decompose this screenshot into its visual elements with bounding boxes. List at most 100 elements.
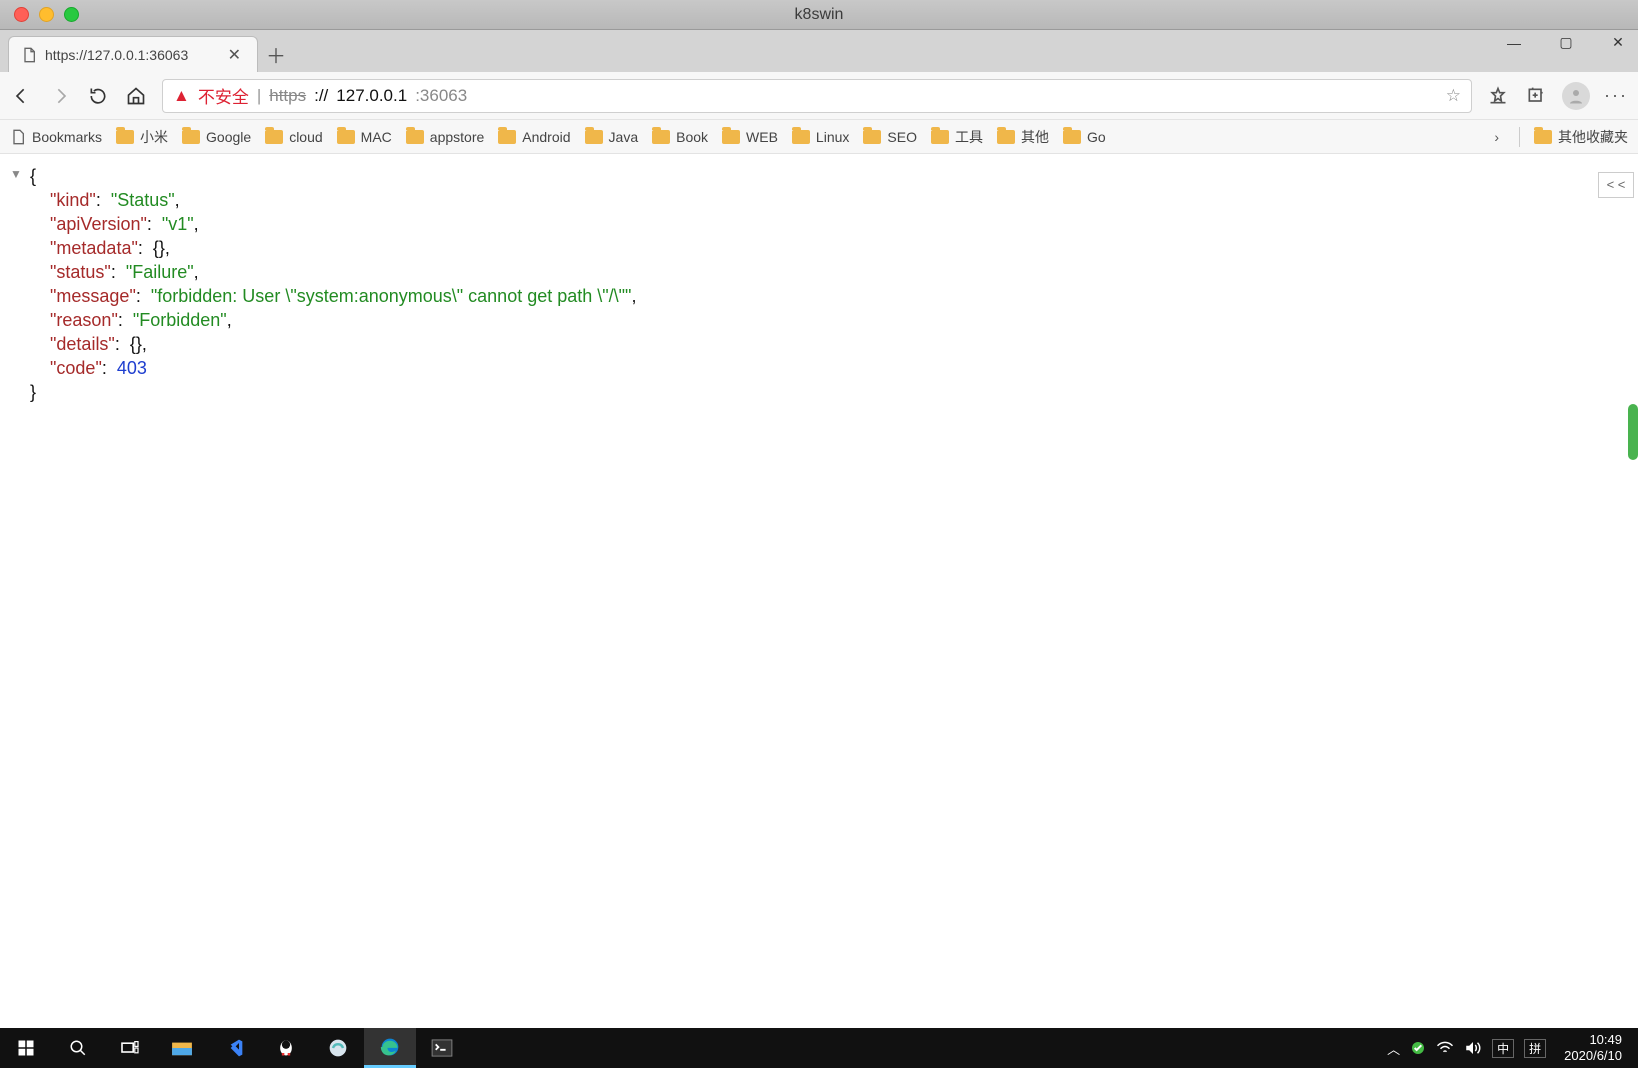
inner-window-controls: — ▢ ✕ bbox=[1500, 34, 1632, 51]
clock-time: 10:49 bbox=[1564, 1032, 1622, 1048]
edge-button[interactable] bbox=[364, 1028, 416, 1068]
bookmarks-overflow-chevron-icon[interactable]: › bbox=[1488, 129, 1505, 145]
search-button[interactable] bbox=[52, 1028, 104, 1068]
collapse-triangle-icon[interactable]: ▼ bbox=[10, 162, 22, 186]
json-key: "status" bbox=[50, 262, 111, 282]
address-bar[interactable]: ▲ 不安全 | https://127.0.0.1:36063 ☆ bbox=[162, 79, 1472, 113]
bookmark-folder[interactable]: Google bbox=[182, 129, 251, 145]
folder-icon bbox=[406, 130, 424, 144]
folder-icon bbox=[116, 130, 134, 144]
json-body: { "kind": "Status", "apiVersion": "v1", … bbox=[0, 154, 1638, 414]
json-key: "kind" bbox=[50, 190, 96, 210]
tray-wifi-icon[interactable] bbox=[1436, 1041, 1454, 1055]
folder-icon bbox=[997, 130, 1015, 144]
address-separator: | bbox=[257, 86, 261, 106]
start-button[interactable] bbox=[0, 1028, 52, 1068]
terminal-button[interactable] bbox=[416, 1028, 468, 1068]
folder-icon bbox=[182, 130, 200, 144]
bookmark-label: 工具 bbox=[955, 127, 983, 147]
browser-toolbar: ▲ 不安全 | https://127.0.0.1:36063 ☆ ··· bbox=[0, 72, 1638, 120]
bookmark-folder[interactable]: MAC bbox=[337, 129, 392, 145]
bookmark-folder[interactable]: Android bbox=[498, 129, 570, 145]
bookmark-label: 小米 bbox=[140, 127, 168, 147]
json-value: "Status" bbox=[111, 190, 175, 210]
bookmark-folder[interactable]: Linux bbox=[792, 129, 849, 145]
folder-icon bbox=[931, 130, 949, 144]
bookmark-label: Google bbox=[206, 129, 251, 145]
bookmark-folder[interactable]: appstore bbox=[406, 129, 484, 145]
favorites-button[interactable] bbox=[1486, 84, 1510, 108]
scrollbar-thumb[interactable] bbox=[1628, 404, 1638, 460]
json-value: "Forbidden" bbox=[133, 310, 227, 330]
bookmark-label: WEB bbox=[746, 129, 778, 145]
inner-minimize-button[interactable]: — bbox=[1500, 35, 1528, 51]
bookmark-label: cloud bbox=[289, 129, 322, 145]
bookmark-folder[interactable]: SEO bbox=[863, 129, 917, 145]
bookmark-folder[interactable]: 其他 bbox=[997, 127, 1049, 147]
bookmark-label: MAC bbox=[361, 129, 392, 145]
bookmark-label: Book bbox=[676, 129, 708, 145]
tray-volume-icon[interactable] bbox=[1464, 1040, 1482, 1056]
bookmark-folder[interactable]: Book bbox=[652, 129, 708, 145]
favorite-icon[interactable]: ☆ bbox=[1446, 86, 1461, 106]
forward-button[interactable] bbox=[48, 84, 72, 108]
window-title: k8swin bbox=[0, 6, 1638, 24]
folder-icon bbox=[722, 130, 740, 144]
bookmark-label: 其他 bbox=[1021, 127, 1049, 147]
tray-chevron-icon[interactable]: ︿ bbox=[1387, 1039, 1400, 1058]
json-value: "Failure" bbox=[126, 262, 194, 282]
url-host: 127.0.0.1 bbox=[336, 86, 407, 106]
tab-strip: https://127.0.0.1:36063 ✕ ＋ — ▢ ✕ bbox=[0, 30, 1638, 72]
bookmark-label: Go bbox=[1087, 129, 1106, 145]
ime-mode[interactable]: 拼 bbox=[1524, 1039, 1546, 1058]
json-value: "v1" bbox=[162, 214, 194, 234]
inner-maximize-button[interactable]: ▢ bbox=[1552, 34, 1580, 51]
profile-button[interactable] bbox=[1562, 82, 1590, 110]
folder-icon bbox=[652, 130, 670, 144]
json-key: "details" bbox=[50, 334, 115, 354]
bookmark-folder[interactable]: Java bbox=[585, 129, 639, 145]
app-button[interactable] bbox=[312, 1028, 364, 1068]
folder-icon bbox=[498, 130, 516, 144]
ime-lang[interactable]: 中 bbox=[1492, 1039, 1514, 1058]
url-scheme: https bbox=[269, 86, 306, 106]
json-key: "apiVersion" bbox=[50, 214, 147, 234]
json-key: "metadata" bbox=[50, 238, 138, 258]
file-explorer-button[interactable] bbox=[156, 1028, 208, 1068]
json-value: 403 bbox=[117, 358, 147, 378]
menu-button[interactable]: ··· bbox=[1604, 84, 1628, 108]
bookmark-folder[interactable]: WEB bbox=[722, 129, 778, 145]
qq-button[interactable] bbox=[260, 1028, 312, 1068]
refresh-button[interactable] bbox=[86, 84, 110, 108]
bookmark-folder[interactable]: Go bbox=[1063, 129, 1106, 145]
warning-icon: ▲ bbox=[173, 86, 190, 106]
mac-titlebar: k8swin bbox=[0, 0, 1638, 30]
folder-icon bbox=[337, 130, 355, 144]
bookmark-folder[interactable]: 小米 bbox=[116, 127, 168, 147]
page-viewport[interactable]: ▼ { "kind": "Status", "apiVersion": "v1"… bbox=[0, 154, 1638, 1028]
collections-button[interactable] bbox=[1524, 84, 1548, 108]
json-value: "forbidden: User \"system:anonymous\" ca… bbox=[151, 286, 632, 306]
bookmark-folder[interactable]: 工具 bbox=[931, 127, 983, 147]
folder-icon bbox=[792, 130, 810, 144]
home-button[interactable] bbox=[124, 84, 148, 108]
tab-close-icon[interactable]: ✕ bbox=[224, 45, 245, 65]
bookmark-label: Linux bbox=[816, 129, 849, 145]
browser-tab[interactable]: https://127.0.0.1:36063 ✕ bbox=[8, 36, 258, 72]
clock[interactable]: 10:49 2020/6/10 bbox=[1556, 1032, 1630, 1064]
url-sep: :// bbox=[314, 86, 328, 106]
bookmark-folder[interactable]: cloud bbox=[265, 129, 322, 145]
folder-icon bbox=[585, 130, 603, 144]
collapse-panel-button[interactable]: < < bbox=[1598, 172, 1634, 198]
bookmark-bookmarks[interactable]: Bookmarks bbox=[10, 129, 102, 145]
json-key: "code" bbox=[50, 358, 102, 378]
json-key: "message" bbox=[50, 286, 136, 306]
bookmark-other[interactable]: 其他收藏夹 bbox=[1534, 127, 1628, 147]
new-tab-button[interactable]: ＋ bbox=[258, 36, 294, 72]
vscode-button[interactable] bbox=[208, 1028, 260, 1068]
inner-close-button[interactable]: ✕ bbox=[1604, 34, 1632, 51]
tray-security-icon[interactable] bbox=[1410, 1040, 1426, 1056]
separator bbox=[1519, 127, 1520, 147]
taskview-button[interactable] bbox=[104, 1028, 156, 1068]
back-button[interactable] bbox=[10, 84, 34, 108]
